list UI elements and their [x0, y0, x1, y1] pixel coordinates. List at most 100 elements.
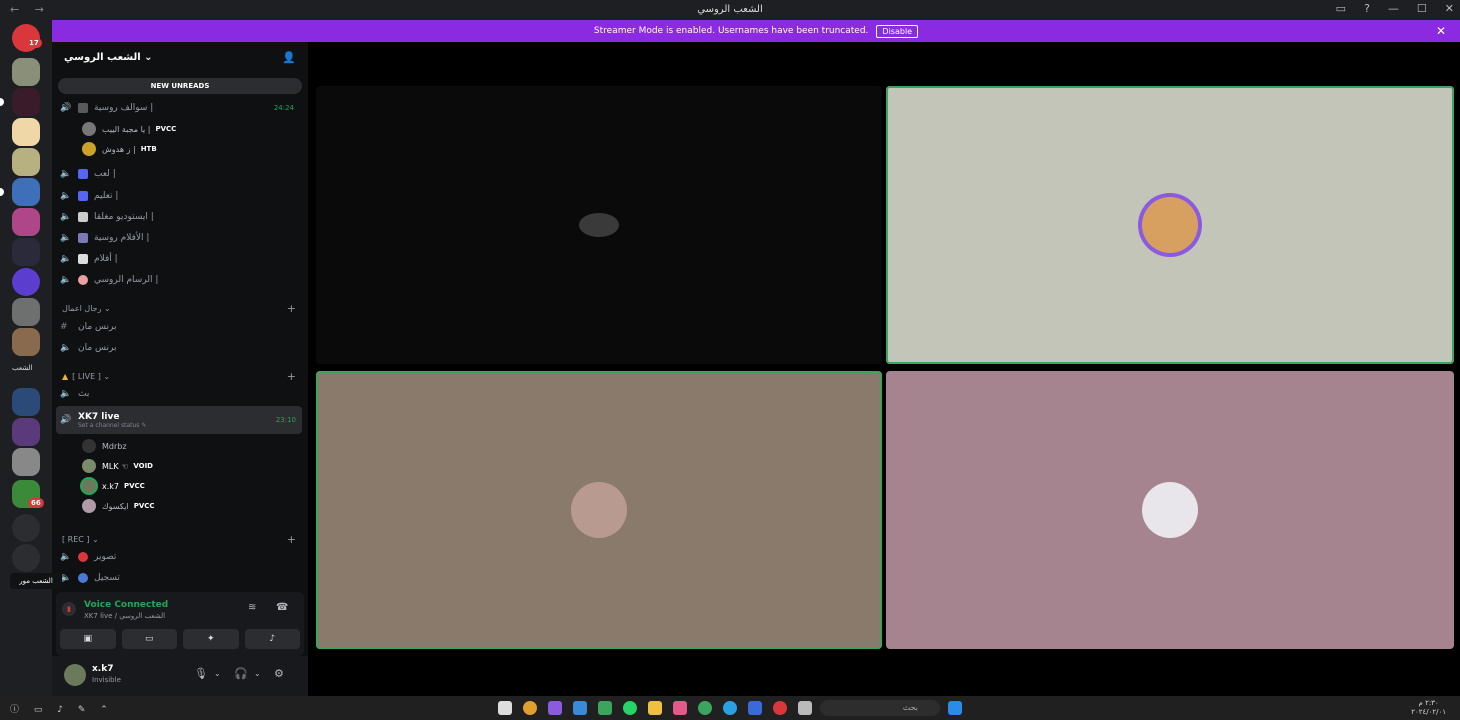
- discover-icon[interactable]: [12, 544, 40, 572]
- voice-channel-path[interactable]: XK7 live / الشعب الروسي: [84, 612, 165, 620]
- app-icon[interactable]: [698, 701, 712, 715]
- server-icon[interactable]: [12, 238, 40, 266]
- speaker-icon: 🔈: [60, 343, 72, 353]
- taskbar-search[interactable]: بحث: [820, 700, 940, 716]
- add-server-icon[interactable]: [12, 514, 40, 542]
- app-icon[interactable]: [798, 701, 812, 715]
- server-icon[interactable]: [12, 178, 40, 206]
- taskbar-clock[interactable]: ٢:٣٠ م ٢٠٢٤/٠٢/٠١: [1411, 699, 1446, 717]
- server-icon[interactable]: [12, 298, 40, 326]
- category-header[interactable]: [ REC ] ⌄ +: [62, 532, 298, 546]
- server-icon[interactable]: [12, 328, 40, 356]
- minimize-button[interactable]: —: [1388, 2, 1399, 15]
- user-tag: PVCC: [124, 482, 145, 490]
- add-channel-icon[interactable]: +: [287, 302, 296, 315]
- voice-user[interactable]: Mdrbz: [82, 437, 127, 455]
- voice-channel[interactable]: 🔈 لعب |: [60, 165, 300, 183]
- active-voice-channel[interactable]: 🔊 XK7 live Set a channel status ✎ 23:10: [56, 406, 302, 434]
- server-icon[interactable]: [12, 388, 40, 416]
- screen-share-button[interactable]: ▭: [121, 629, 177, 649]
- server-icon[interactable]: [12, 88, 40, 116]
- inbox-icon[interactable]: ▭: [1336, 2, 1346, 15]
- microphone-icon[interactable]: 🎙: [194, 667, 208, 680]
- channel-status[interactable]: Set a channel status ✎: [78, 422, 146, 429]
- app-icon[interactable]: [648, 701, 662, 715]
- participant-tile[interactable]: [886, 86, 1454, 364]
- voice-channel[interactable]: 🔈 تسجيل: [60, 569, 300, 587]
- server-icon[interactable]: [12, 208, 40, 236]
- app-icon[interactable]: [623, 701, 637, 715]
- voice-channel[interactable]: 🔈 الأفلام روسية |: [60, 229, 300, 247]
- chevron-down-icon[interactable]: ⌄: [214, 669, 221, 678]
- chrome-icon[interactable]: [523, 701, 537, 715]
- user-name: Mdrbz: [102, 441, 127, 451]
- headphones-icon[interactable]: 🎧: [234, 667, 248, 680]
- server-icon[interactable]: [12, 418, 40, 446]
- voice-user[interactable]: يا مجبة الييب | PVCC: [82, 120, 176, 138]
- disconnect-icon[interactable]: ☎: [276, 602, 288, 613]
- discord-app-icon[interactable]: [598, 701, 612, 715]
- new-unreads-button[interactable]: NEW UNREADS: [58, 78, 302, 94]
- voice-channel[interactable]: 🔈 بث: [60, 385, 300, 403]
- settings-gear-icon[interactable]: ⚙: [274, 667, 284, 680]
- server-rail: 17 الشعب 66: [0, 20, 52, 696]
- invite-icon[interactable]: 👤: [282, 51, 296, 64]
- server-icon[interactable]: [12, 448, 40, 476]
- noise-suppression-icon[interactable]: ≋: [248, 602, 256, 613]
- voice-channel[interactable]: 🔊 سوالف روسية | 24:24: [60, 99, 300, 117]
- server-header[interactable]: الشعب الروسي ⌄ 👤: [52, 42, 308, 72]
- signal-icon[interactable]: ▮: [62, 602, 76, 616]
- app-icon[interactable]: [673, 701, 687, 715]
- channel-name: XK7 live: [78, 411, 120, 422]
- app-icon[interactable]: [773, 701, 787, 715]
- participant-tile[interactable]: [316, 371, 882, 649]
- channel-emoji-icon: [78, 169, 88, 179]
- category-header[interactable]: رجال اعمال ⌄ +: [62, 301, 298, 315]
- activities-button[interactable]: ✦: [183, 629, 239, 649]
- camera-button[interactable]: ▣: [60, 629, 116, 649]
- voice-channel[interactable]: 🔈 تعليم |: [60, 187, 300, 205]
- unread-pill: [0, 98, 4, 106]
- warning-icon: ▲: [62, 371, 69, 381]
- voice-user[interactable]: MLK ☜ VOID: [82, 457, 153, 475]
- app-icon[interactable]: [548, 701, 562, 715]
- server-icon[interactable]: [12, 118, 40, 146]
- voice-stage: [308, 42, 1460, 696]
- maximize-button[interactable]: ☐: [1417, 2, 1427, 15]
- voice-channel[interactable]: 🔈 برنس مان: [60, 339, 300, 357]
- voice-user[interactable]: x.k7 PVCC: [82, 477, 145, 495]
- text-channel[interactable]: # برنس مان: [60, 318, 300, 336]
- add-channel-icon[interactable]: +: [287, 533, 296, 546]
- voice-user[interactable]: ايكسوك PVCC: [82, 497, 155, 515]
- speaker-icon: 🔊: [60, 103, 72, 113]
- chevron-down-icon[interactable]: ⌄: [254, 669, 261, 678]
- soundboard-button[interactable]: ♪: [244, 629, 300, 649]
- app-icon[interactable]: [723, 701, 737, 715]
- add-channel-icon[interactable]: +: [287, 370, 296, 383]
- voice-channel[interactable]: 🔈 الرسام الروسي |: [60, 271, 300, 289]
- participant-tile[interactable]: [316, 86, 882, 364]
- start-icon[interactable]: [948, 701, 962, 715]
- voice-channel[interactable]: 🔈 تصوير: [60, 548, 300, 566]
- dm-badge: 17: [26, 38, 42, 48]
- disable-button[interactable]: Disable: [876, 24, 919, 38]
- server-icon[interactable]: [12, 148, 40, 176]
- avatar[interactable]: [64, 664, 86, 686]
- close-icon[interactable]: ✕: [1436, 24, 1446, 38]
- category-header[interactable]: ▲ [ LIVE ] ⌄ +: [62, 369, 298, 383]
- voice-channel[interactable]: 🔈 ايستوديو مغلقا |: [60, 208, 300, 226]
- close-window-button[interactable]: ✕: [1445, 2, 1454, 15]
- participant-avatar: [1142, 197, 1198, 253]
- participant-tile[interactable]: [886, 371, 1454, 649]
- voice-user[interactable]: ز هدوش | HTB: [82, 140, 157, 158]
- app-icon[interactable]: [748, 701, 762, 715]
- channel-emoji-icon: [78, 552, 88, 562]
- app-icon[interactable]: [498, 701, 512, 715]
- system-tray[interactable]: ⓘ ▭ ♪ ✎ ⌃: [10, 702, 114, 715]
- server-icon[interactable]: [12, 268, 40, 296]
- voice-channel[interactable]: 🔈 أفلام |: [60, 250, 300, 268]
- server-icon[interactable]: [12, 58, 40, 86]
- voice-status[interactable]: Voice Connected: [84, 600, 168, 610]
- app-icon[interactable]: [573, 701, 587, 715]
- help-icon[interactable]: ?: [1364, 2, 1370, 15]
